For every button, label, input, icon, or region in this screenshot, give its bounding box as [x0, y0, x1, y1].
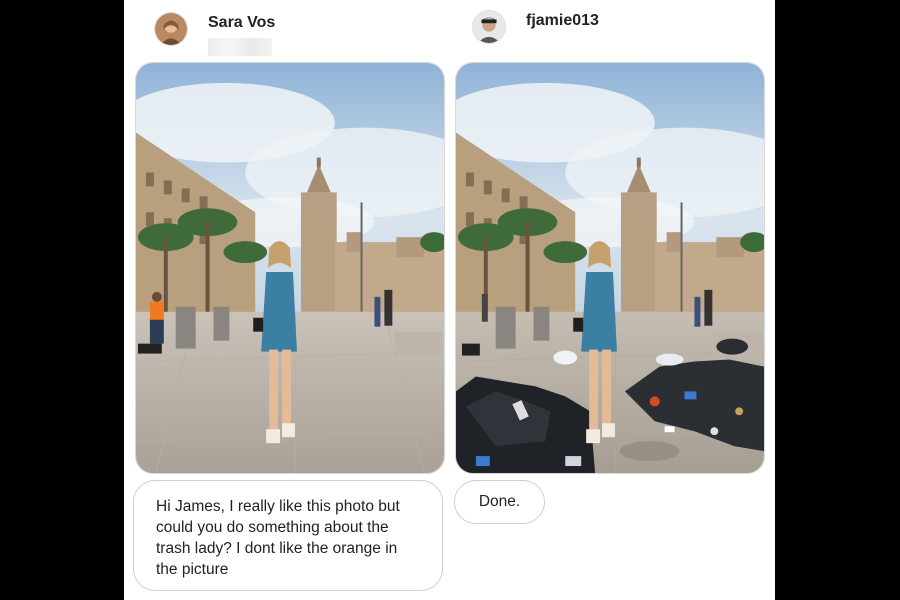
right-user-name[interactable]: fjamie013 [526, 12, 599, 30]
conversation-panel: Sara Vos fjamie013 Hi James, I really li… [124, 0, 775, 600]
profile-photo-icon [473, 11, 505, 43]
right-user-header[interactable]: fjamie013 [472, 10, 599, 44]
right-message-bubble[interactable]: Done. [454, 480, 545, 524]
original-photo[interactable] [135, 62, 445, 474]
right-user-avatar[interactable] [472, 10, 506, 44]
redacted-subtitle [208, 38, 272, 56]
left-user-avatar[interactable] [154, 12, 188, 46]
left-user-header[interactable]: Sara Vos [154, 12, 275, 56]
profile-photo-icon [155, 13, 187, 45]
street-photo-with-trash-image [456, 63, 764, 473]
edited-photo[interactable] [455, 62, 765, 474]
left-message-text: Hi James, I really like this photo but c… [156, 498, 400, 578]
street-photo-image [136, 63, 444, 473]
left-user-name[interactable]: Sara Vos [208, 14, 275, 32]
left-message-bubble[interactable]: Hi James, I really like this photo but c… [133, 480, 443, 591]
right-message-text: Done. [478, 493, 521, 510]
